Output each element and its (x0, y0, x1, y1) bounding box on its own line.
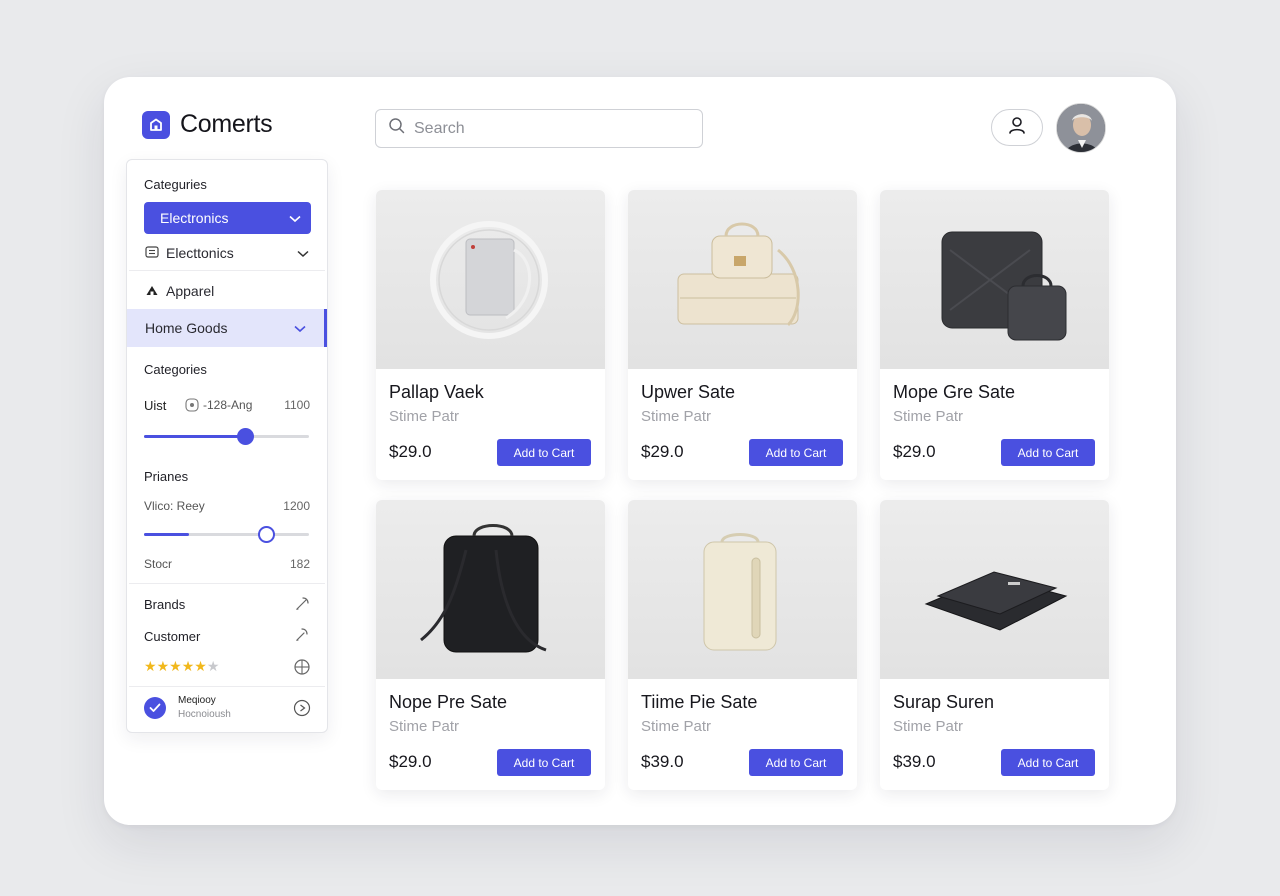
product-title[interactable]: Surap Suren (893, 692, 994, 713)
radio-icon (185, 398, 199, 417)
divider (129, 686, 325, 687)
check-icon[interactable] (144, 697, 166, 719)
range-slider-1[interactable] (144, 428, 309, 445)
stock-value: 182 (289, 557, 310, 571)
product-card[interactable]: Pallap Vaek Stime Patr $29.0 Add to Cart (376, 190, 605, 480)
house-icon (145, 283, 159, 300)
app-window: Comerts Categuries (104, 77, 1176, 825)
add-to-cart-button[interactable]: Add to Cart (497, 439, 591, 466)
app-logo[interactable]: Comerts (142, 110, 273, 139)
add-to-cart-button[interactable]: Add to Cart (1001, 439, 1095, 466)
product-card[interactable]: Nope Pre Sate Stime Patr $29.0 Add to Ca… (376, 500, 605, 790)
product-price: $39.0 (893, 752, 936, 771)
avatar[interactable] (1056, 103, 1106, 153)
edit-icon[interactable] (293, 626, 311, 644)
product-image (628, 500, 857, 679)
filters-heading: Categories (144, 362, 207, 377)
sidebar-item-electronics[interactable]: Electtonics (127, 242, 327, 264)
stock-label: Stocr (144, 557, 173, 571)
product-subtitle: Stime Patr (893, 408, 964, 425)
range-sublabel: -128-Ang (203, 398, 253, 412)
slider-fill (144, 435, 245, 438)
product-title[interactable]: Upwer Sate (641, 382, 735, 403)
rating-stars[interactable]: ★★★★★★ (144, 658, 219, 675)
slider-thumb[interactable] (236, 428, 254, 445)
filter-sidebar: Categuries Electronics Electtonics Appar… (126, 159, 328, 733)
prices-heading: Prianes (144, 469, 189, 484)
product-subtitle: Stime Patr (389, 718, 460, 735)
product-price: $29.0 (641, 442, 684, 461)
slider-thumb[interactable] (258, 526, 276, 543)
divider (129, 583, 325, 584)
price-range-label: Vlico: Reey (144, 499, 205, 513)
product-title[interactable]: Pallap Vaek (389, 382, 484, 403)
search-icon (388, 117, 406, 140)
brands-filter-label: Brands (144, 597, 186, 612)
sidebar-item-label: Home Goods (145, 320, 228, 336)
divider (129, 270, 325, 271)
product-card[interactable]: Surap Suren Stime Patr $39.0 Add to Cart (880, 500, 1109, 790)
product-price: $29.0 (389, 752, 432, 771)
customer-filter-label: Customer (144, 629, 201, 644)
add-to-cart-button[interactable]: Add to Cart (1001, 749, 1095, 776)
product-subtitle: Stime Patr (641, 408, 712, 425)
product-title[interactable]: Tiime Pie Sate (641, 692, 757, 713)
add-to-cart-button[interactable]: Add to Cart (497, 749, 591, 776)
footer-title: Meqiooy (178, 695, 216, 706)
product-price: $29.0 (389, 442, 432, 461)
sidebar-item-label: Electtonics (166, 245, 234, 261)
globe-icon[interactable] (293, 658, 311, 676)
sidebar-item-label: Apparel (166, 283, 215, 299)
product-card[interactable]: Upwer Sate Stime Patr $29.0 Add to Cart (628, 190, 857, 480)
search-box[interactable] (375, 109, 703, 148)
app-title: Comerts (180, 110, 273, 138)
product-title[interactable]: Nope Pre Sate (389, 692, 507, 713)
product-subtitle: Stime Patr (893, 718, 964, 735)
product-subtitle: Stime Patr (641, 718, 712, 735)
product-price: $39.0 (641, 752, 684, 771)
price-max-value: 1200 (283, 499, 310, 513)
product-subtitle: Stime Patr (389, 408, 460, 425)
product-image (628, 190, 857, 369)
product-image (376, 500, 605, 679)
product-image (880, 190, 1109, 369)
chevron-down-icon (294, 320, 306, 336)
star-icon[interactable]: ★ (157, 658, 170, 674)
range-label: Uist (144, 398, 167, 413)
star-icon[interactable]: ★ (194, 658, 207, 674)
account-button[interactable] (991, 109, 1043, 146)
play-icon[interactable] (293, 699, 311, 717)
add-to-cart-button[interactable]: Add to Cart (749, 439, 843, 466)
product-card[interactable]: Mope Gre Sate Stime Patr $29.0 Add to Ca… (880, 190, 1109, 480)
chevron-down-icon (297, 245, 309, 261)
user-icon (1007, 115, 1027, 140)
sidebar-item-home-goods[interactable]: Home Goods (127, 309, 327, 347)
footer-subtitle: Hocnoioush (178, 709, 231, 720)
category-dropdown[interactable]: Electronics (144, 202, 311, 234)
star-icon[interactable]: ★ (169, 658, 182, 674)
list-icon (145, 245, 159, 262)
range-slider-2[interactable] (144, 526, 309, 543)
product-image (880, 500, 1109, 679)
product-price: $29.0 (893, 442, 936, 461)
range-max-value: 1100 (284, 398, 310, 412)
sidebar-item-apparel[interactable]: Apparel (127, 280, 327, 302)
product-card[interactable]: Tiime Pie Sate Stime Patr $39.0 Add to C… (628, 500, 857, 790)
store-icon (142, 110, 170, 139)
edit-icon[interactable] (293, 595, 311, 613)
categories-heading: Categuries (144, 177, 207, 192)
star-icon[interactable]: ★ (207, 658, 220, 674)
star-icon[interactable]: ★ (144, 658, 157, 674)
add-to-cart-button[interactable]: Add to Cart (749, 749, 843, 776)
star-icon[interactable]: ★ (182, 658, 195, 674)
product-image (376, 190, 605, 369)
product-title[interactable]: Mope Gre Sate (893, 382, 1015, 403)
category-dropdown-value: Electronics (160, 210, 229, 226)
chevron-down-icon (289, 210, 301, 226)
slider-fill (144, 533, 189, 536)
search-input[interactable] (414, 119, 684, 138)
